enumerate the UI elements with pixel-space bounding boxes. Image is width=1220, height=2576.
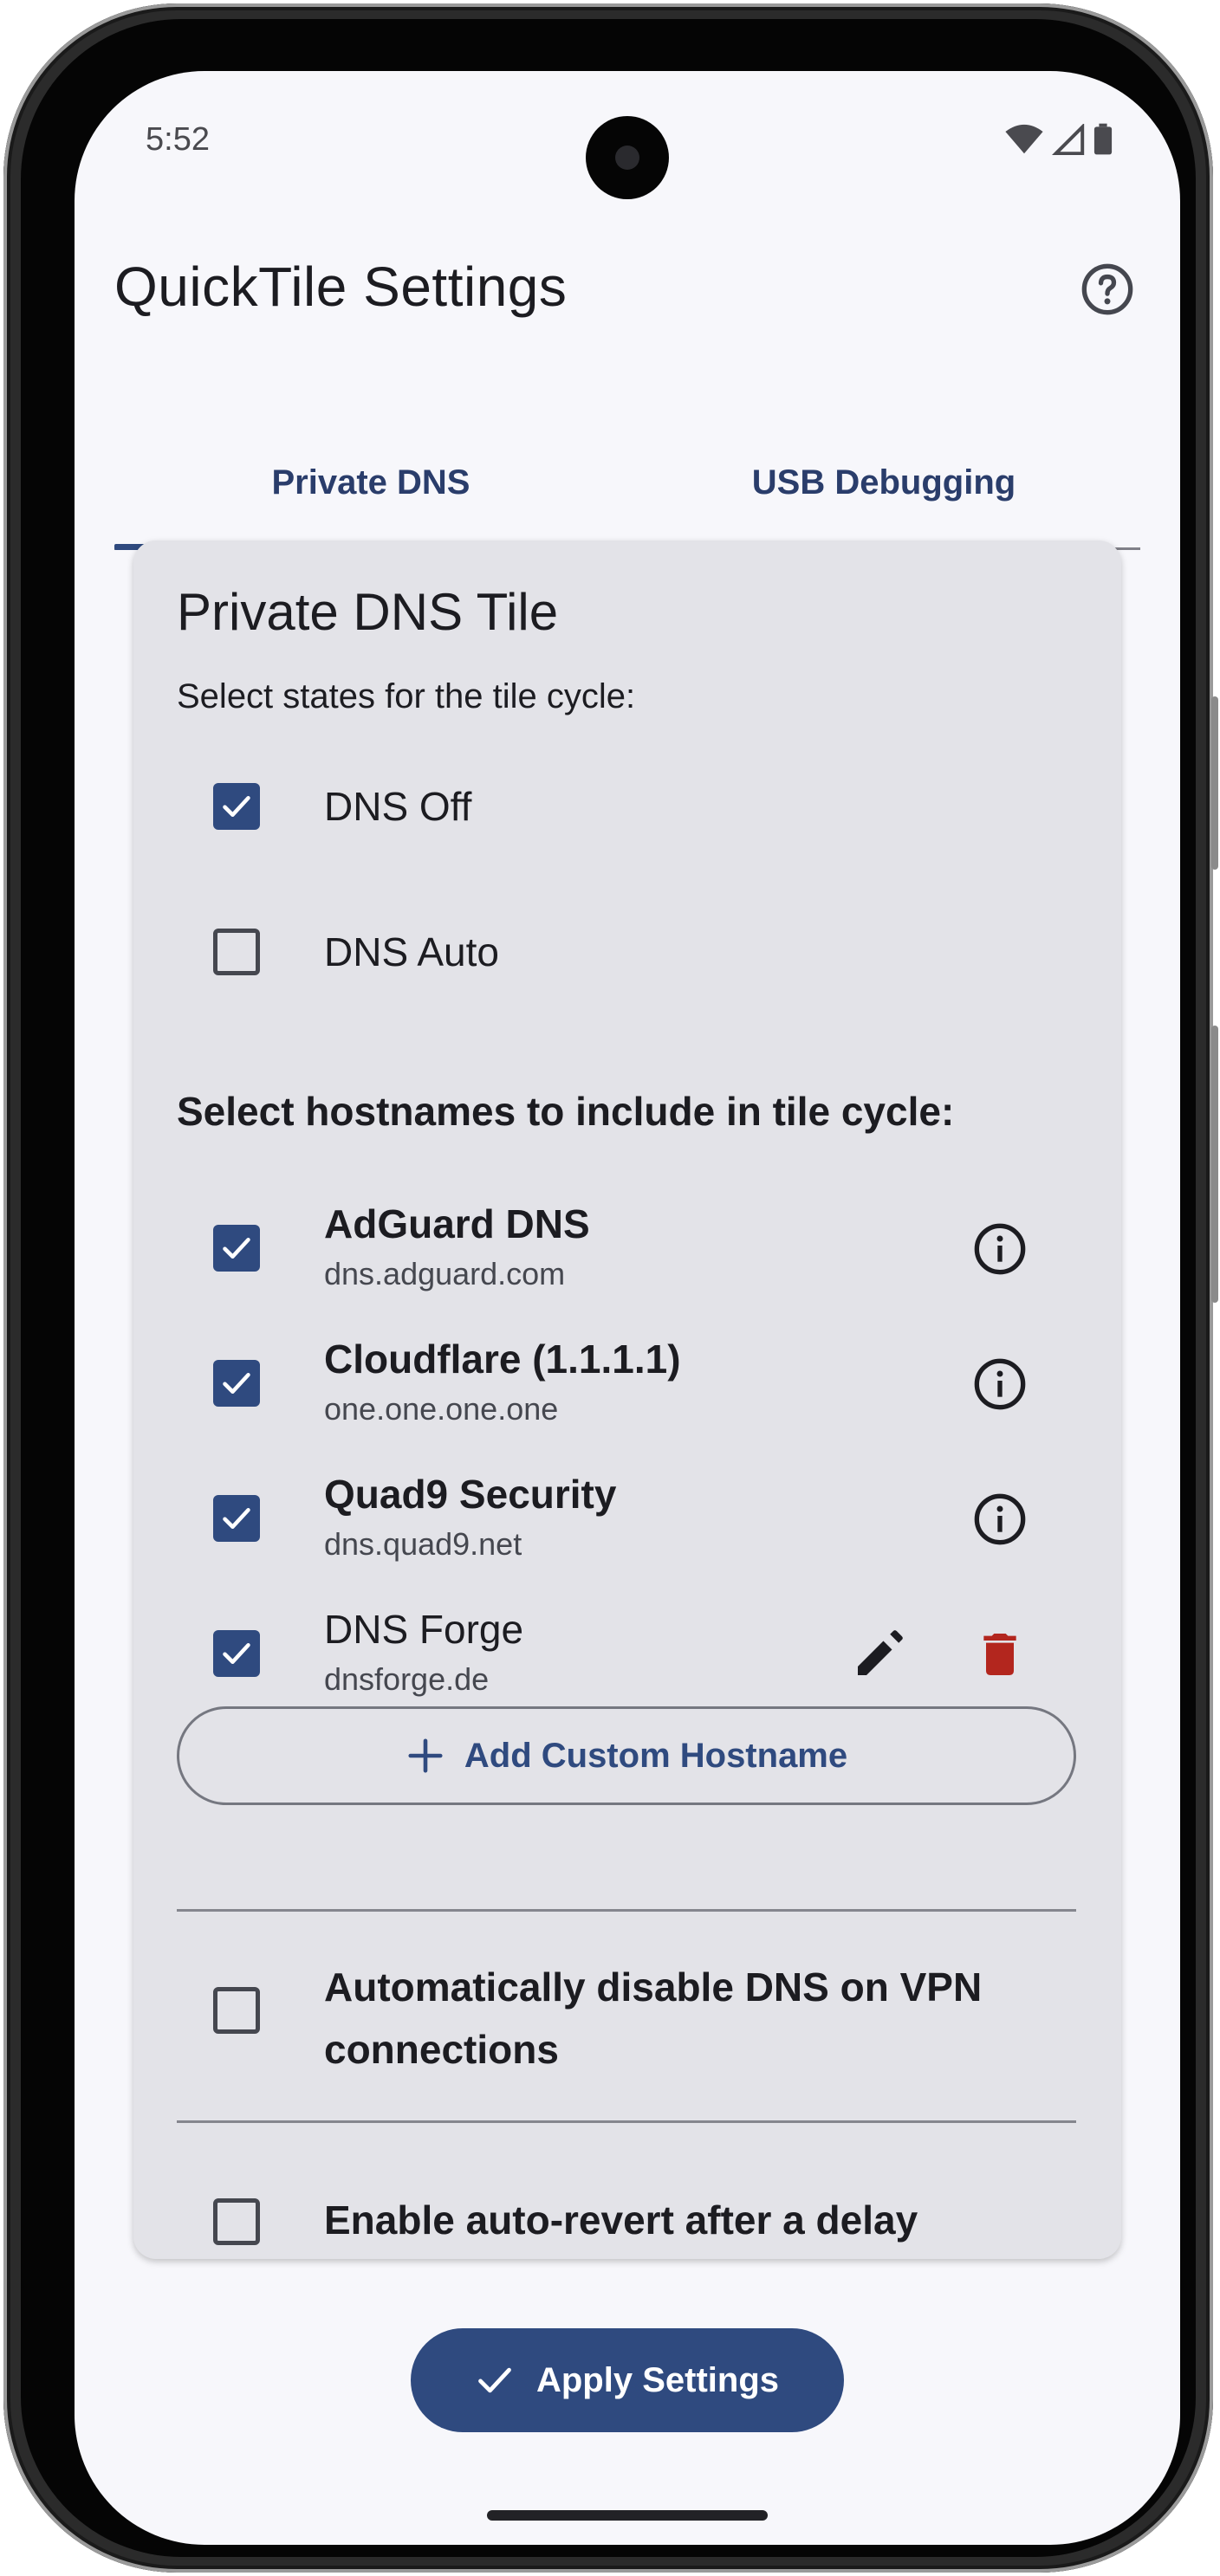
status-time: 5:52 <box>146 121 210 158</box>
add-custom-hostname-label: Add Custom Hostname <box>464 1736 848 1775</box>
quad9-checkbox[interactable] <box>213 1495 260 1542</box>
delete-icon[interactable] <box>972 1627 1028 1682</box>
hostname-title: Quad9 Security <box>324 1472 617 1517</box>
hostname-title: Cloudflare (1.1.1.1) <box>324 1337 681 1382</box>
hostname-address: dnsforge.de <box>324 1661 490 1697</box>
info-icon[interactable] <box>972 1221 1028 1277</box>
help-icon[interactable] <box>1080 262 1135 317</box>
divider <box>177 1909 1076 1912</box>
check-icon <box>223 1238 250 1259</box>
tab-bar: Private DNS USB Debugging <box>114 417 1140 551</box>
tab-private-dns[interactable]: Private DNS <box>114 417 627 547</box>
cell-signal-icon <box>1052 124 1085 155</box>
tab-usb-debugging[interactable]: USB Debugging <box>627 417 1140 547</box>
hostname-address: dns.quad9.net <box>324 1526 522 1562</box>
phone-frame: 5:52 QuickTile Settings Private DNS USB … <box>3 3 1218 2573</box>
vpn-disable-label-line1: Automatically disable DNS on VPN <box>324 1964 983 2010</box>
info-icon[interactable] <box>972 1356 1028 1412</box>
camera-cutout <box>586 116 669 199</box>
vpn-disable-label-line2: connections <box>324 2027 559 2072</box>
apply-settings-label: Apply Settings <box>535 2360 780 2399</box>
hostname-address: one.one.one.one <box>324 1391 559 1427</box>
wifi-icon <box>1005 124 1043 154</box>
page-title: QuickTile Settings <box>114 256 568 318</box>
check-icon <box>223 796 250 817</box>
edit-icon[interactable] <box>851 1627 906 1682</box>
check-icon <box>478 2367 511 2393</box>
screen: 5:52 QuickTile Settings Private DNS USB … <box>75 71 1180 2545</box>
home-indicator[interactable] <box>487 2510 768 2521</box>
hostname-address: dns.adguard.com <box>324 1256 566 1291</box>
status-icons <box>1005 123 1113 156</box>
check-icon <box>223 1508 250 1529</box>
private-dns-card: Private DNS Tile Select states for the t… <box>133 540 1121 2259</box>
apply-settings-button[interactable]: Apply Settings <box>411 2328 844 2432</box>
battery-icon <box>1093 123 1113 155</box>
adguard-checkbox[interactable] <box>213 1225 260 1272</box>
cloudflare-checkbox[interactable] <box>213 1360 260 1407</box>
dnsforge-checkbox[interactable] <box>213 1630 260 1677</box>
card-title: Private DNS Tile <box>177 583 559 641</box>
auto-revert-checkbox[interactable] <box>213 2198 260 2245</box>
dns-off-checkbox[interactable] <box>213 783 260 830</box>
power-button <box>1211 696 1218 870</box>
info-icon[interactable] <box>972 1492 1028 1547</box>
dns-off-label: DNS Off <box>324 784 472 829</box>
vpn-disable-checkbox[interactable] <box>213 1987 260 2034</box>
auto-revert-label: Enable auto-revert after a delay <box>324 2197 918 2243</box>
check-icon <box>223 1373 250 1394</box>
states-prompt: Select states for the tile cycle: <box>177 677 636 715</box>
divider <box>177 2120 1076 2123</box>
hostname-title: DNS Forge <box>324 1607 524 1652</box>
phone-bezel: 5:52 QuickTile Settings Private DNS USB … <box>21 19 1196 2557</box>
hostname-title: AdGuard DNS <box>324 1201 590 1246</box>
check-icon <box>223 1643 250 1664</box>
add-custom-hostname-button[interactable]: Add Custom Hostname <box>177 1706 1076 1805</box>
dns-auto-label: DNS Auto <box>324 929 499 974</box>
dns-auto-checkbox[interactable] <box>213 929 260 975</box>
plus-icon <box>408 1738 443 1773</box>
volume-button <box>1211 1026 1218 1303</box>
hostnames-prompt: Select hostnames to include in tile cycl… <box>177 1089 955 1134</box>
vpn-disable-label: Automatically disable DNS on VPN connect… <box>324 1956 1035 2081</box>
